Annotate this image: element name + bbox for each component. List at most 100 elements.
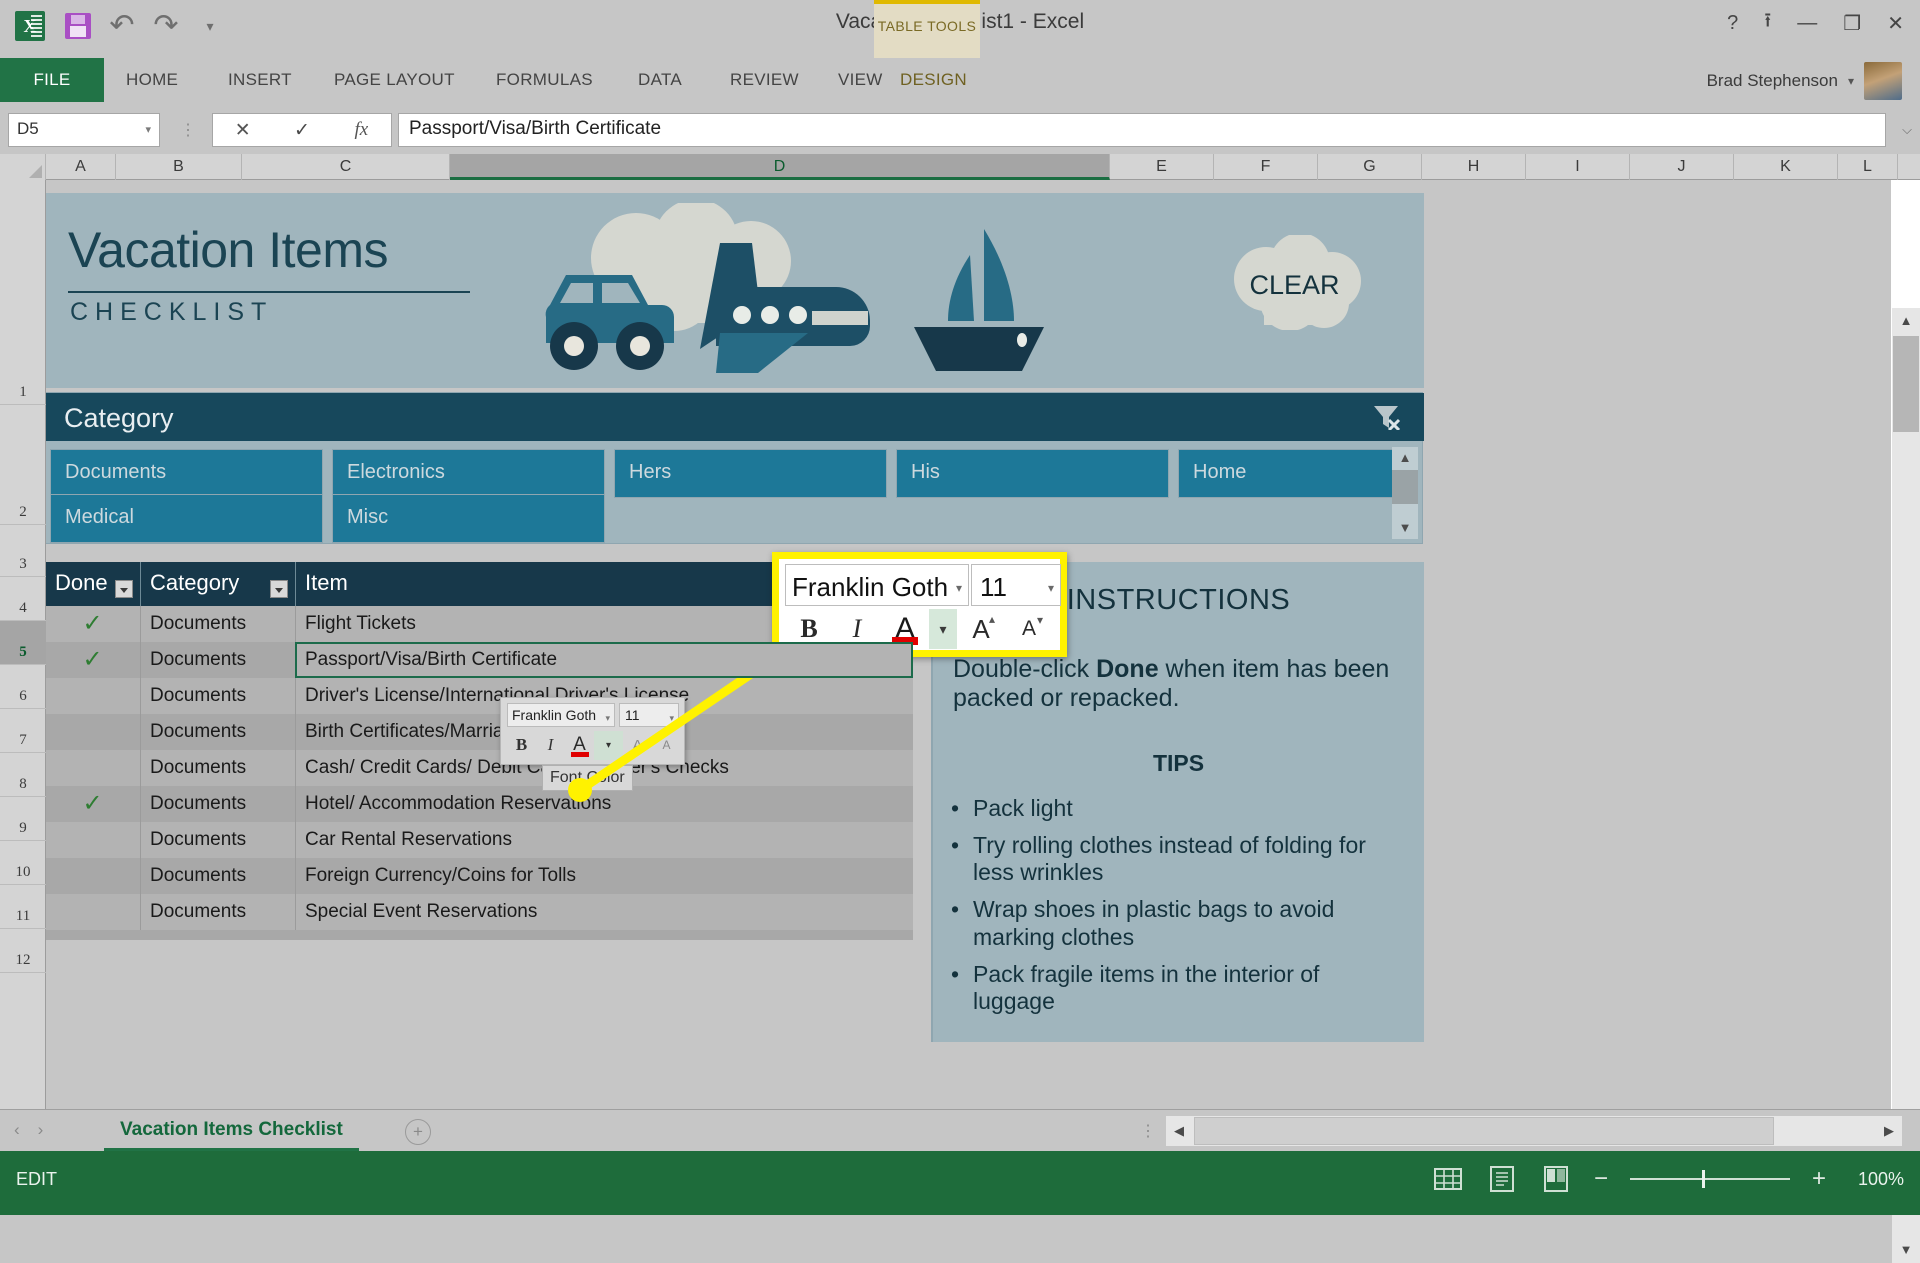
table-row[interactable]: ✓ Documents Hotel/ Accommodation Reserva… — [46, 786, 913, 822]
slicer-scrollbar[interactable]: ▲ ▼ — [1392, 447, 1418, 539]
cell-category[interactable]: Documents — [140, 822, 295, 858]
row-header-3[interactable]: 3 — [0, 525, 46, 577]
name-box[interactable]: D5 ▾ — [8, 113, 160, 147]
filter-dropdown-done[interactable] — [115, 580, 133, 598]
row-header-8[interactable]: 8 — [0, 753, 46, 797]
page-layout-view-icon[interactable] — [1486, 1164, 1518, 1194]
callout-font-size-input[interactable]: 11 ▾ — [971, 564, 1061, 606]
zoom-in-button[interactable]: + — [1812, 1167, 1826, 1191]
font-color-chevron-down-icon[interactable]: ▾ — [594, 730, 623, 760]
column-header-a[interactable]: A — [46, 154, 116, 180]
cell-category[interactable]: Documents — [140, 606, 295, 642]
mini-font-name-chevron-down-icon[interactable]: ▾ — [605, 713, 610, 724]
page-break-preview-icon[interactable] — [1540, 1164, 1572, 1194]
row-header-7[interactable]: 7 — [0, 709, 46, 753]
restore-button[interactable]: ❐ — [1843, 11, 1861, 36]
tab-page-layout[interactable]: PAGE LAYOUT — [318, 58, 471, 102]
tab-file[interactable]: FILE — [0, 58, 104, 102]
row-header-9[interactable]: 9 — [0, 797, 46, 841]
table-row[interactable]: Documents Foreign Currency/Coins for Tol… — [46, 858, 913, 894]
column-header-i[interactable]: I — [1526, 154, 1630, 180]
slicer-item-documents[interactable]: Documents — [50, 449, 323, 498]
table-row[interactable] — [46, 930, 913, 940]
tab-formulas[interactable]: FORMULAS — [480, 58, 609, 102]
callout-font-name-input[interactable]: Franklin Goth ▾ — [785, 564, 969, 606]
mini-font-name-input[interactable]: Franklin Goth ▾ — [507, 703, 615, 727]
vertical-scroll-thumb[interactable] — [1893, 336, 1919, 432]
slicer-item-hers[interactable]: Hers — [614, 449, 887, 498]
table-row[interactable]: Documents Birth Certificates/Marriage Li… — [46, 714, 913, 750]
tab-home[interactable]: HOME — [110, 58, 194, 102]
mini-font-size-input[interactable]: 11 ▾ — [619, 703, 679, 727]
horizontal-scroll-thumb[interactable] — [1194, 1117, 1774, 1145]
slicer-item-medical[interactable]: Medical — [50, 494, 323, 543]
column-header-k[interactable]: K — [1734, 154, 1838, 180]
slicer-item-his[interactable]: His — [896, 449, 1169, 498]
cancel-icon[interactable]: ✕ — [213, 119, 272, 142]
select-all-corner[interactable] — [0, 154, 46, 180]
tab-design[interactable]: DESIGN — [884, 58, 983, 102]
clear-filter-icon[interactable] — [1372, 404, 1402, 430]
sheet-tab-vacation-items-checklist[interactable]: Vacation Items Checklist — [104, 1110, 359, 1151]
cell-category[interactable]: Documents — [140, 642, 295, 678]
scroll-down-icon[interactable]: ▼ — [1892, 1237, 1920, 1263]
tab-review[interactable]: REVIEW — [714, 58, 815, 102]
cell-category[interactable]: Documents — [140, 786, 295, 822]
sheet-tab-nav[interactable]: ‹› — [14, 1120, 61, 1140]
ribbon-display-options-button[interactable]: ⭱ — [1764, 6, 1771, 40]
cell-category[interactable]: Documents — [140, 894, 295, 930]
row-header-6[interactable]: 6 — [0, 665, 46, 709]
callout-shrink-font-button[interactable]: A ▾ — [1005, 609, 1053, 649]
column-header-g[interactable]: G — [1318, 154, 1422, 180]
font-color-button[interactable]: A — [565, 731, 594, 760]
slicer-scroll-down-icon[interactable]: ▼ — [1392, 517, 1418, 539]
tab-data[interactable]: DATA — [622, 58, 698, 102]
account-area[interactable]: Brad Stephenson ▾ — [1707, 62, 1902, 100]
cell-done[interactable]: ✓ — [46, 606, 140, 642]
row-header-11[interactable]: 11 — [0, 885, 46, 929]
tab-insert[interactable]: INSERT — [212, 58, 308, 102]
column-header-e[interactable]: E — [1110, 154, 1214, 180]
callout-grow-font-button[interactable]: A ▴ — [957, 609, 1005, 649]
table-row[interactable]: Documents Cash/ Credit Cards/ Debit Card… — [46, 750, 913, 786]
cell-done[interactable] — [46, 750, 140, 786]
horizontal-scrollbar[interactable]: ◀ ▶ — [1166, 1116, 1902, 1146]
cell-done[interactable] — [46, 822, 140, 858]
slicer-scroll-up-icon[interactable]: ▲ — [1392, 447, 1418, 469]
account-chevron-down-icon[interactable]: ▾ — [1848, 74, 1854, 88]
zoom-out-button[interactable]: − — [1594, 1167, 1608, 1191]
table-row[interactable]: Documents Special Event Reservations — [46, 894, 913, 930]
slicer-scroll-thumb[interactable] — [1392, 470, 1418, 504]
row-header-10[interactable]: 10 — [0, 841, 46, 885]
slicer-item-electronics[interactable]: Electronics — [332, 449, 605, 498]
name-box-chevron-down-icon[interactable]: ▾ — [145, 123, 151, 136]
shrink-font-button[interactable]: A — [652, 731, 681, 760]
column-header-b[interactable]: B — [116, 154, 242, 180]
scroll-up-icon[interactable]: ▲ — [1892, 308, 1920, 334]
grow-font-button[interactable]: A — [623, 731, 652, 760]
scroll-right-icon[interactable]: ▶ — [1876, 1116, 1902, 1146]
cell-done[interactable] — [46, 858, 140, 894]
avatar[interactable] — [1864, 62, 1902, 100]
cell-category[interactable]: Documents — [140, 714, 295, 750]
cell-category[interactable]: Documents — [140, 678, 295, 714]
callout-font-size-chevron-down-icon[interactable]: ▾ — [1048, 581, 1054, 595]
column-header-j[interactable]: J — [1630, 154, 1734, 180]
table-row[interactable]: ✓ Documents Passport/Visa/Birth Certific… — [46, 642, 913, 678]
mini-font-size-chevron-down-icon[interactable]: ▾ — [669, 713, 674, 724]
column-header-f[interactable]: F — [1214, 154, 1318, 180]
row-header-12[interactable]: 12 — [0, 929, 46, 973]
insert-function-icon[interactable]: fx — [332, 119, 391, 141]
table-row[interactable]: Documents Driver's License/International… — [46, 678, 913, 714]
table-row[interactable]: Documents Car Rental Reservations — [46, 822, 913, 858]
enter-icon[interactable]: ✓ — [272, 119, 331, 142]
row-header-4[interactable]: 4 — [0, 577, 46, 621]
normal-view-icon[interactable] — [1432, 1164, 1464, 1194]
cell-item-selected[interactable]: Passport/Visa/Birth Certificate — [295, 642, 913, 678]
row-header-1[interactable]: 1 — [0, 180, 46, 405]
column-header-l[interactable]: L — [1838, 154, 1898, 180]
mini-toolbar[interactable]: Franklin Goth ▾ 11 ▾ B I A ▾ A A — [500, 697, 685, 765]
formula-input[interactable]: Passport/Visa/Birth Certificate — [398, 113, 1886, 147]
help-button[interactable]: ? — [1727, 12, 1738, 35]
expand-formula-bar-icon[interactable]: ⌵ — [1902, 122, 1912, 138]
